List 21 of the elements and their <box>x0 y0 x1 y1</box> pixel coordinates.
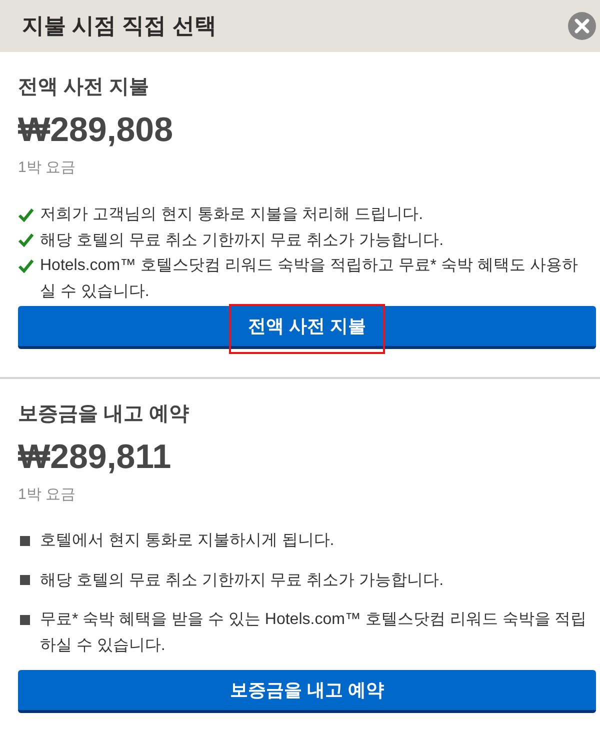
section-title: 보증금을 내고 예약 <box>18 402 190 427</box>
check-icon <box>18 233 34 248</box>
check-icon <box>18 258 34 273</box>
benefit-text: Hotels.com™ 호텔스닷컴 리워드 숙박을 적립하고 무료* 숙박 혜택도 사용하실 수 있습니다. <box>40 256 579 302</box>
benefit-text: 호텔에서 현지 통화로 지불하시게 됩니다. <box>40 531 336 551</box>
pay-button[interactable]: 보증금을 내고 예약 <box>18 670 596 713</box>
dialog-title: 지불 시점 직접 선택 <box>22 15 216 37</box>
close-button[interactable] <box>568 12 596 40</box>
benefit-text: 해당 호텔의 무료 취소 기한까지 무료 취소가 가능합니다. <box>40 230 445 250</box>
square-bullet-icon <box>20 575 30 586</box>
price: ₩289,811 <box>18 437 172 477</box>
square-bullet-icon <box>20 536 30 546</box>
price-note: 1박 요금 <box>18 158 77 178</box>
price: ₩289,808 <box>18 110 174 150</box>
benefit-text: 저희가 고객님의 현지 통화로 지불을 처리해 드립니다. <box>40 205 424 225</box>
square-bullet-icon <box>20 614 30 625</box>
price-note: 1박 요금 <box>18 485 77 505</box>
benefit-text: 해당 호텔의 무료 취소 기한까지 무료 취소가 가능합니다. <box>40 570 445 590</box>
benefit-text: 무료* 숙박 혜택을 받을 수 있는 Hotels.com™ 호텔스닷컴 리워드 숙박을 적립하실 수 있습니다. <box>40 610 588 656</box>
check-icon <box>18 208 34 222</box>
section-title: 전액 사전 지불 <box>18 75 150 100</box>
